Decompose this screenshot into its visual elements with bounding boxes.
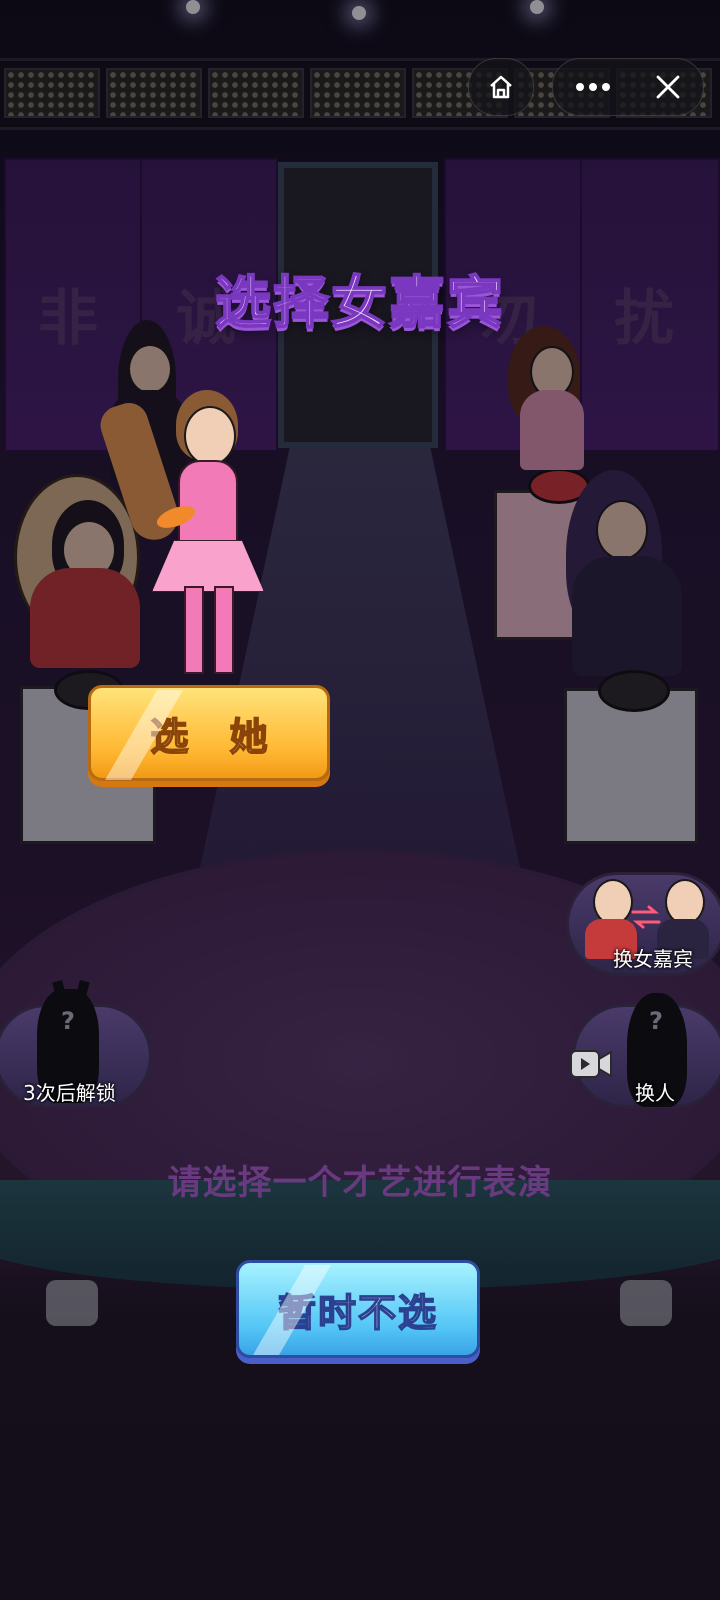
- swap-arrows-icon: [631, 905, 661, 929]
- skip-for-now-button[interactable]: 暂时不选: [236, 1260, 480, 1358]
- page-title: 选择女嘉宾: [214, 270, 505, 337]
- swap-guests-label: 换女嘉宾: [613, 947, 693, 971]
- talent-hint-text: 请选择一个才艺进行表演: [167, 1163, 553, 1203]
- guest-head: [184, 406, 236, 466]
- close-icon[interactable]: [654, 73, 682, 101]
- home-button[interactable]: [468, 58, 534, 116]
- question-mark: ?: [61, 1007, 75, 1035]
- capsule-menu: [552, 58, 704, 116]
- selected-guest-figure: [95, 380, 272, 680]
- swap-guests-button[interactable]: 换女嘉宾: [566, 872, 720, 976]
- change-person-button[interactable]: ? 换人: [570, 993, 720, 1108]
- unlock-label: 3次后解锁: [23, 1081, 116, 1105]
- guest-leg: [214, 586, 234, 674]
- guest-leg: [184, 586, 204, 674]
- more-icon[interactable]: [575, 82, 611, 92]
- unlock-talent-button[interactable]: ? 3次后解锁: [0, 980, 152, 1108]
- select-her-button[interactable]: 选 她: [88, 685, 330, 781]
- change-person-label: 换人: [635, 1081, 675, 1105]
- guest-skirt: [152, 540, 264, 592]
- modal-dim-overlay: [0, 0, 720, 1600]
- video-icon: [570, 1050, 612, 1078]
- home-icon: [490, 75, 512, 99]
- question-mark: ?: [649, 1007, 663, 1035]
